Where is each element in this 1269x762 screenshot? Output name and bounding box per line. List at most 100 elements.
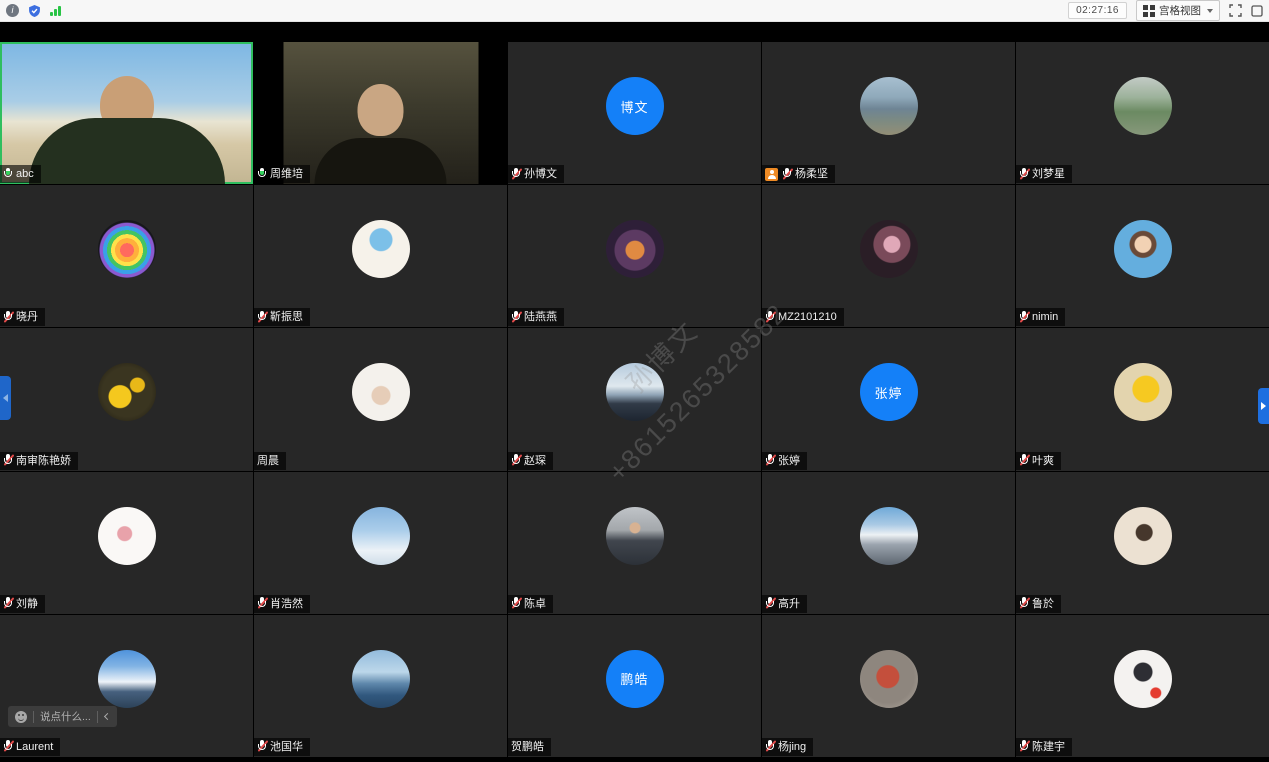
participant-tile[interactable]: 杨jing [762, 615, 1015, 757]
next-page-arrow-button[interactable] [1258, 388, 1269, 424]
meeting-info-icon[interactable] [6, 4, 19, 17]
participant-avatar-initials: 鹏皓 [606, 650, 664, 708]
participant-tile[interactable]: Laurent [0, 615, 253, 757]
participant-name: 杨jing [778, 740, 806, 754]
participant-tile[interactable]: 肖浩然 [254, 472, 507, 614]
participant-avatar-image [1114, 220, 1172, 278]
security-shield-icon[interactable] [28, 4, 41, 18]
participant-avatar-image [606, 220, 664, 278]
participant-tile[interactable]: 陈建宇 [1016, 615, 1269, 757]
participant-name: 池国华 [270, 740, 303, 754]
participant-avatar-image [352, 363, 410, 421]
mic-muted-icon [1019, 168, 1029, 181]
participant-avatar-image [1114, 507, 1172, 565]
participant-tile[interactable]: 叶爽 [1016, 328, 1269, 470]
participant-name-label: 刘梦星 [1016, 165, 1072, 183]
participant-tile[interactable]: 南审陈艳娇 [0, 328, 253, 470]
host-badge-icon [765, 168, 778, 181]
participant-name-label: 孙博文 [508, 165, 564, 183]
quick-chat-bar[interactable]: 说点什么... [8, 706, 117, 727]
participant-tile[interactable]: nimin [1016, 185, 1269, 327]
participant-tile[interactable]: 鹏皓 贺鹏皓 [508, 615, 761, 757]
participant-tile[interactable]: 晓丹 [0, 185, 253, 327]
participant-name-label: 杨jing [762, 738, 813, 756]
participant-name: 陈建宇 [1032, 740, 1065, 754]
participant-name-label: 靳振思 [254, 308, 310, 326]
arrow-left-icon [3, 394, 8, 402]
fullscreen-button[interactable] [1229, 4, 1242, 17]
participant-tile[interactable]: 池国华 [254, 615, 507, 757]
participant-tile[interactable]: 刘静 [0, 472, 253, 614]
participant-tile[interactable]: 赵琛 [508, 328, 761, 470]
participant-tile[interactable]: 高升 [762, 472, 1015, 614]
participant-name: 高升 [778, 597, 800, 611]
network-signal-icon[interactable] [50, 5, 61, 16]
participant-avatar-image [860, 650, 918, 708]
participant-name: 赵琛 [524, 454, 546, 468]
participant-name: 张婷 [778, 454, 800, 468]
participant-tile[interactable]: abc [0, 42, 253, 184]
mic-muted-icon [765, 454, 775, 467]
participant-name-label: 晓丹 [0, 308, 45, 326]
topbar-left-icons [6, 4, 61, 18]
participant-avatar-initials: 张婷 [860, 363, 918, 421]
participant-tile[interactable]: 陈卓 [508, 472, 761, 614]
participant-avatar-image [606, 507, 664, 565]
participant-name: 晓丹 [16, 310, 38, 324]
participant-name: Laurent [16, 740, 53, 754]
participant-name-label: 池国华 [254, 738, 310, 756]
participant-tile[interactable]: 杨柔坚 [762, 42, 1015, 184]
mic-muted-icon [1019, 740, 1029, 753]
participant-name-label: 刘静 [0, 595, 45, 613]
mic-muted-icon [3, 454, 13, 467]
mic-muted-icon [511, 168, 521, 181]
participant-tile[interactable]: 鲁於 [1016, 472, 1269, 614]
previous-page-arrow-button[interactable] [0, 376, 11, 420]
participant-avatar-image [860, 220, 918, 278]
participant-name-label: 高升 [762, 595, 807, 613]
mic-muted-icon [1019, 311, 1029, 324]
participant-tile[interactable]: 陆燕燕 [508, 185, 761, 327]
fullscreen-icon [1229, 4, 1242, 17]
participant-avatar-image [352, 650, 410, 708]
participant-tile[interactable]: 博文 孙博文 [508, 42, 761, 184]
participant-name-label: 陈卓 [508, 595, 553, 613]
mic-muted-icon [257, 740, 267, 753]
participant-name-label: MZ2101210 [762, 308, 844, 326]
participant-avatar-image [1114, 650, 1172, 708]
participant-name-label: 赵琛 [508, 452, 553, 470]
participant-name: 肖浩然 [270, 597, 303, 611]
window-icon [1251, 5, 1263, 17]
participant-tile[interactable]: 刘梦星 [1016, 42, 1269, 184]
participant-name: 周晨 [257, 454, 279, 468]
participant-tile[interactable]: 周晨 [254, 328, 507, 470]
chat-input-placeholder[interactable]: 说点什么... [40, 709, 91, 724]
participant-avatar-image [98, 507, 156, 565]
participant-tile[interactable]: 靳振思 [254, 185, 507, 327]
participant-name-label: 贺鹏皓 [508, 738, 551, 756]
arrow-right-icon [1261, 402, 1266, 410]
grid-view-button[interactable]: 宫格视图 [1136, 0, 1220, 21]
participant-tile[interactable]: MZ2101210 [762, 185, 1015, 327]
participant-name-label: 南审陈艳娇 [0, 452, 78, 470]
mic-muted-icon [782, 168, 792, 181]
participant-tile[interactable]: 张婷 张婷 [762, 328, 1015, 470]
mic-muted-icon [765, 740, 775, 753]
participant-avatar-initials: 博文 [606, 77, 664, 135]
emoji-icon[interactable] [15, 711, 27, 723]
collapse-chevron-icon[interactable] [104, 713, 111, 720]
participant-name-label: 杨柔坚 [762, 165, 835, 183]
participant-name: 杨柔坚 [795, 167, 828, 181]
exit-fullscreen-window-button[interactable] [1251, 5, 1263, 17]
participant-name: 叶爽 [1032, 454, 1054, 468]
participant-name-label: 张婷 [762, 452, 807, 470]
participant-name-label: 鲁於 [1016, 595, 1061, 613]
topbar-right-controls: 02:27:16 宫格视图 [1068, 0, 1263, 21]
avatar-initials-text: 鹏皓 [620, 669, 648, 688]
participant-avatar-image [98, 650, 156, 708]
mic-muted-icon [511, 311, 521, 324]
participant-name: 鲁於 [1032, 597, 1054, 611]
participant-avatar-image [98, 363, 156, 421]
participant-avatar-image [860, 507, 918, 565]
participant-tile[interactable]: 周维培 [254, 42, 507, 184]
